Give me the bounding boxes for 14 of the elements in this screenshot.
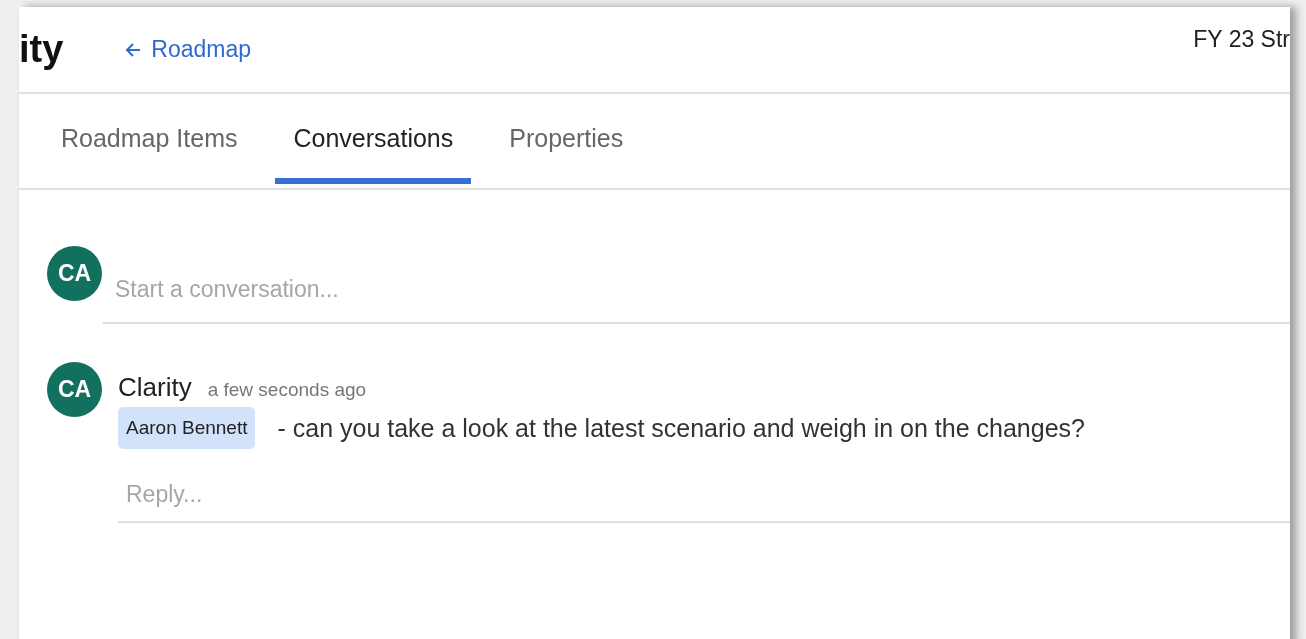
tab[interactable]: Conversations <box>275 94 472 184</box>
plan-title: FY 23 Str <box>1193 26 1290 53</box>
conversation-input-field[interactable]: Start a conversation... <box>103 256 1290 324</box>
reply-input-field[interactable]: Reply... <box>118 457 1290 523</box>
comment-text: - can you take a look at the latest scenario and weigh in on the changes? <box>277 413 1085 443</box>
back-link[interactable]: Roadmap <box>123 36 252 63</box>
avatar: CA <box>47 362 102 417</box>
timestamp: a few seconds ago <box>207 379 367 401</box>
page-title: ity <box>19 28 64 71</box>
tab[interactable]: Roadmap Items <box>43 94 256 188</box>
author-name: Clarity <box>118 372 192 403</box>
tab[interactable]: Properties <box>491 94 642 188</box>
avatar: CA <box>47 246 102 301</box>
mention-tag[interactable]: Aaron Bennett <box>118 407 256 449</box>
